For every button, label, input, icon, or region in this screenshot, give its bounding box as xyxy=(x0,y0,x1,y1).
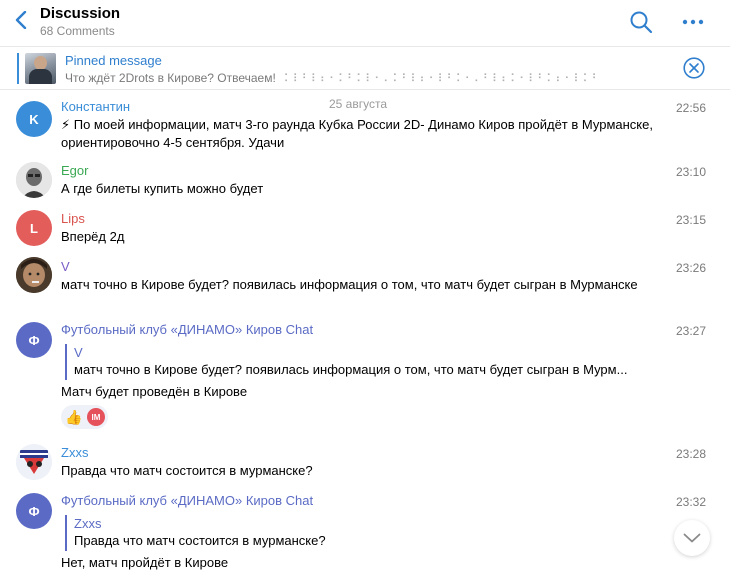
avatar[interactable]: Ф xyxy=(16,493,52,529)
reply-quote[interactable]: Zxxs Правда что матч состоится в мурманс… xyxy=(65,515,655,551)
reply-quote[interactable]: V матч точно в Кирове будет? появилась и… xyxy=(65,344,655,380)
avatar-initial: L xyxy=(30,220,38,236)
header: Discussion 68 Comments xyxy=(0,0,730,45)
reply-text: матч точно в Кирове будет? появилась инф… xyxy=(74,362,628,377)
comments-count: 68 Comments xyxy=(40,24,115,38)
page-title: Discussion xyxy=(40,5,121,22)
avatar-initial: Ф xyxy=(28,503,40,519)
pinned-label: Pinned message xyxy=(65,53,162,68)
reply-author: Zxxs xyxy=(74,516,102,531)
avatar[interactable]: Ф xyxy=(16,322,52,358)
pinned-message[interactable]: Pinned message Что ждёт 2Drots в Кирове?… xyxy=(0,46,730,90)
message-time: 23:32 xyxy=(675,495,706,509)
message-time: 23:15 xyxy=(675,213,706,227)
message-text: Вперёд 2д xyxy=(61,229,125,244)
chevron-left-icon xyxy=(15,11,27,29)
message-time: 23:28 xyxy=(675,447,706,461)
date-separator: 25 августа xyxy=(329,97,388,111)
message-text: Матч будет проведён в Кирове xyxy=(61,384,248,399)
avatar[interactable] xyxy=(16,444,52,480)
message-time: 23:10 xyxy=(675,165,706,179)
message-text: Нет, матч пройдёт в Кирове xyxy=(61,555,229,570)
message-text: матч точно в Кирове будет? появилась инф… xyxy=(61,277,638,292)
avatar[interactable]: K xyxy=(16,101,52,137)
chevron-down-icon xyxy=(683,533,701,543)
pinned-text-visible: Что ждёт 2Drots в Кирове? Отвечаем! xyxy=(65,71,276,85)
avatar[interactable] xyxy=(16,257,52,293)
reactions-bar[interactable]: 👍 IM xyxy=(61,405,108,429)
message-time: 23:26 xyxy=(675,261,706,275)
scroll-down-button[interactable] xyxy=(674,520,710,556)
avatar[interactable] xyxy=(16,162,52,198)
message-text: Правда что матч состоится в мурманске? xyxy=(61,463,313,478)
search-icon xyxy=(630,11,653,34)
thumbs-up-icon: 👍 xyxy=(65,408,83,425)
message-time: 23:27 xyxy=(675,324,706,338)
search-button[interactable] xyxy=(628,9,654,35)
back-button[interactable] xyxy=(10,8,32,32)
avatar-portrait-icon xyxy=(16,257,52,293)
pinned-accent-bar xyxy=(17,53,19,84)
more-horizontal-icon xyxy=(682,19,704,25)
avatar-sticker-icon xyxy=(16,444,52,480)
message-author[interactable]: V xyxy=(61,259,70,274)
avatar[interactable]: L xyxy=(16,210,52,246)
message-author[interactable]: Футбольный клуб «ДИНАМО» Киров Chat xyxy=(61,322,313,337)
message-author[interactable]: Футбольный клуб «ДИНАМО» Киров Chat xyxy=(61,493,313,508)
more-button[interactable] xyxy=(680,9,706,35)
avatar-initial: Ф xyxy=(28,332,40,348)
close-pinned-button[interactable] xyxy=(683,57,705,79)
avatar-portrait-icon xyxy=(16,162,52,198)
message-author[interactable]: Zxxs xyxy=(61,445,88,460)
pinned-text-spoiler: ⠅⠇⠃⠇⠆⠂⠅⠃⠅⠇⠂⠄⠅⠃⠇⠆⠂⠇⠃⠅⠂⠄⠃⠇⠆⠅⠂⠇⠃⠅⠆⠂⠇⠅⠃ xyxy=(283,73,601,85)
message-author[interactable]: Константин xyxy=(61,99,130,114)
avatar-initial: K xyxy=(29,111,39,127)
message-author[interactable]: Lips xyxy=(61,211,85,226)
pinned-thumbnail xyxy=(25,53,56,84)
reaction-user-badge: IM xyxy=(87,408,105,426)
message-author[interactable]: Egor xyxy=(61,163,88,178)
close-circle-icon xyxy=(683,57,705,79)
reply-text: Правда что матч состоится в мурманске? xyxy=(74,533,326,548)
message-text: ⚡ По моей информации, матч 3-го раунда К… xyxy=(61,117,653,150)
pinned-text: Что ждёт 2Drots в Кирове? Отвечаем! ⠅⠇⠃⠇⠆… xyxy=(65,71,601,85)
reply-author: V xyxy=(74,345,83,360)
message-time: 22:56 xyxy=(675,101,706,115)
message-text: А где билеты купить можно будет xyxy=(61,181,264,196)
